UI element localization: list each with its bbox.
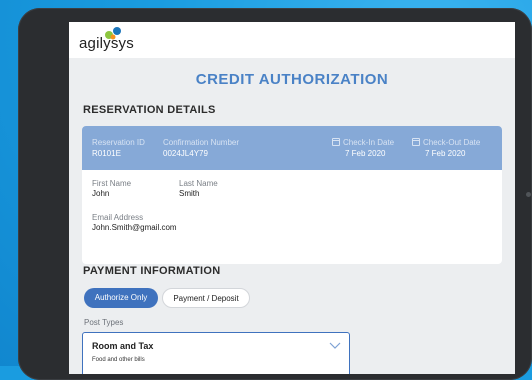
chevron-down-icon[interactable] [329, 342, 341, 350]
last-name-value: Smith [179, 189, 200, 198]
first-name-label: First Name [92, 179, 132, 188]
tablet-frame: agilysys CREDIT AUTHORIZATION RESERVATIO… [18, 8, 532, 380]
email-address-label: Email Address [92, 213, 144, 222]
authorize-only-button[interactable]: Authorize Only [84, 288, 158, 308]
page-title: CREDIT AUTHORIZATION [195, 71, 389, 88]
camera [526, 192, 531, 197]
payment-section-title: PAYMENT INFORMATION [83, 265, 221, 277]
check-out-date-value: 7 Feb 2020 [425, 149, 466, 158]
post-type-subtext: Food and other bills [92, 357, 145, 363]
payment-deposit-button[interactable]: Payment / Deposit [162, 288, 250, 308]
first-name: First Name John [92, 179, 131, 198]
agilysys-logo: agilysys [79, 26, 139, 56]
top-bar: agilysys [69, 22, 515, 58]
calendar-icon [332, 138, 340, 146]
confirmation-number: Confirmation Number 0024JL4Y79 [163, 138, 239, 158]
calendar-icon [412, 138, 420, 146]
check-in-date: Check-In Date 7 Feb 2020 [332, 138, 394, 158]
post-types-select[interactable]: Room and Tax Food and other bills [82, 332, 350, 374]
last-name: Last Name Smith [179, 179, 218, 198]
check-in-date-label: Check-In Date [343, 138, 395, 147]
confirmation-number-value: 0024JL4Y79 [163, 149, 208, 158]
logo-text: agilysys [79, 35, 134, 52]
check-out-date-label: Check-Out Date [423, 138, 481, 147]
app-screen: agilysys CREDIT AUTHORIZATION RESERVATIO… [69, 22, 515, 374]
check-in-date-value: 7 Feb 2020 [345, 149, 386, 158]
post-type-selected: Room and Tax [92, 341, 154, 351]
post-types-label: Post Types [84, 318, 124, 327]
reservation-id: Reservation ID R0101E [92, 138, 145, 158]
reservation-card-header: Reservation ID R0101E Confirmation Numbe… [82, 126, 502, 170]
reservation-id-label: Reservation ID [92, 138, 145, 147]
check-out-date: Check-Out Date 7 Feb 2020 [412, 138, 480, 158]
reservation-section-title: RESERVATION DETAILS [83, 104, 216, 116]
email-address: Email Address John.Smith@gmail.com [92, 213, 177, 232]
reservation-card: Reservation ID R0101E Confirmation Numbe… [82, 126, 502, 264]
last-name-label: Last Name [179, 179, 218, 188]
email-address-value: John.Smith@gmail.com [92, 223, 177, 232]
reservation-id-value: R0101E [92, 149, 121, 158]
confirmation-number-label: Confirmation Number [163, 138, 240, 147]
first-name-value: John [92, 189, 110, 198]
